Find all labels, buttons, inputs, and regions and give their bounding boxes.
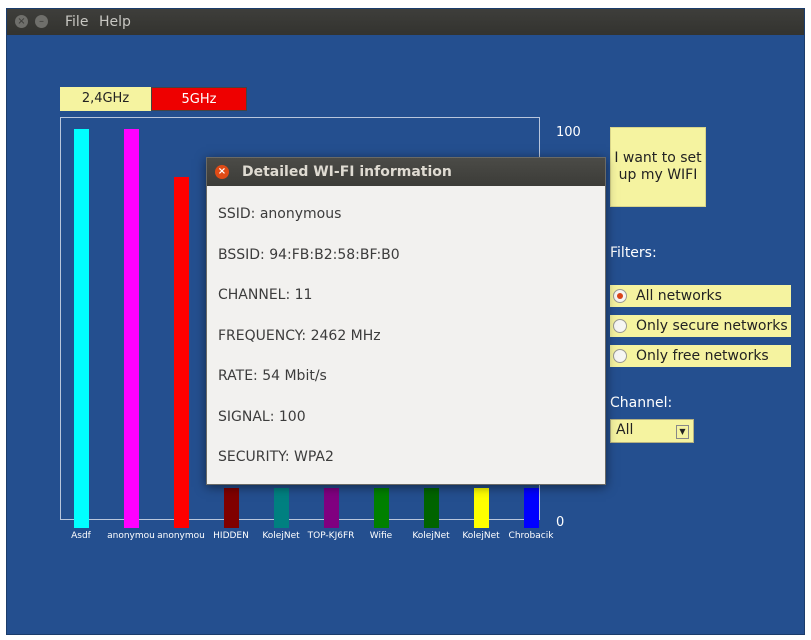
bssid-text: BSSID: 94:FB:B2:58:BF:B0 xyxy=(218,247,400,263)
chart-bar[interactable] xyxy=(224,488,239,528)
bar-label: KolejNet xyxy=(412,531,450,541)
channel-text: CHANNEL: 11 xyxy=(218,287,313,303)
filters-label: Filters: xyxy=(610,245,657,261)
chart-bar[interactable] xyxy=(274,488,289,528)
bar-label: anonymou xyxy=(107,531,155,541)
bar-label: KolejNet xyxy=(462,531,500,541)
radio-selected-icon xyxy=(613,289,627,303)
channel-label: Channel: xyxy=(610,395,673,411)
chart-bar[interactable] xyxy=(424,488,439,528)
signal-text: SIGNAL: 100 xyxy=(218,409,306,425)
y-tick-min: 0 xyxy=(556,515,565,530)
filter-secure-networks[interactable]: Only secure networks xyxy=(610,315,791,337)
chart-bar[interactable] xyxy=(124,129,139,528)
frequency-text: FREQUENCY: 2462 MHz xyxy=(218,328,381,344)
filter-label: Only secure networks xyxy=(636,318,788,334)
bar-label: HIDDEN xyxy=(213,531,249,541)
minimize-window-icon[interactable]: – xyxy=(35,15,48,28)
setup-wifi-line1: I want to set xyxy=(614,150,702,166)
chart-bar[interactable] xyxy=(374,488,389,528)
channel-value: All xyxy=(616,422,634,438)
filter-label: All networks xyxy=(636,288,722,304)
bar-label: TOP-KJ6FR xyxy=(307,531,355,541)
setup-wifi-button[interactable]: I want to set up my WIFI xyxy=(610,127,706,207)
close-icon[interactable]: × xyxy=(215,165,229,179)
menu-file[interactable]: File xyxy=(65,14,88,30)
chart-bar[interactable] xyxy=(474,488,489,528)
filter-free-networks[interactable]: Only free networks xyxy=(610,345,791,367)
radio-empty-icon xyxy=(613,319,627,333)
dialog-title: Detailed WI-FI information xyxy=(242,164,452,180)
chevron-down-icon: ▼ xyxy=(676,425,689,439)
bar-label: Chrobacik xyxy=(508,531,554,541)
channel-select[interactable]: All ▼ xyxy=(610,419,694,443)
rate-text: RATE: 54 Mbit/s xyxy=(218,368,327,384)
setup-wifi-line2: up my WIFI xyxy=(618,167,698,183)
chart-bar[interactable] xyxy=(524,488,539,528)
filter-all-networks[interactable]: All networks xyxy=(610,285,791,307)
filter-label: Only free networks xyxy=(636,348,769,364)
bar-label: Wifie xyxy=(369,531,393,541)
wifi-details-dialog: × Detailed WI-FI information SSID: anony… xyxy=(206,157,606,485)
chart-bar[interactable] xyxy=(74,129,89,528)
bar-label: Asdf xyxy=(71,531,91,541)
radio-empty-icon xyxy=(613,349,627,363)
security-text: SECURITY: WPA2 xyxy=(218,449,334,465)
band-24ghz-button[interactable]: 2,4GHz xyxy=(60,87,151,111)
dialog-title-bar: × Detailed WI-FI information xyxy=(207,158,605,186)
chart-bar[interactable] xyxy=(324,488,339,528)
menu-help[interactable]: Help xyxy=(99,14,131,30)
y-tick-max: 100 xyxy=(556,125,581,140)
title-bar: × – File Help xyxy=(7,9,804,35)
chart-bar[interactable] xyxy=(174,176,189,528)
band-5ghz-button[interactable]: 5GHz xyxy=(151,87,247,111)
ssid-text: SSID: anonymous xyxy=(218,206,342,222)
bar-label: KolejNet xyxy=(262,531,300,541)
bar-label: anonymou xyxy=(157,531,205,541)
close-window-icon[interactable]: × xyxy=(15,15,28,28)
